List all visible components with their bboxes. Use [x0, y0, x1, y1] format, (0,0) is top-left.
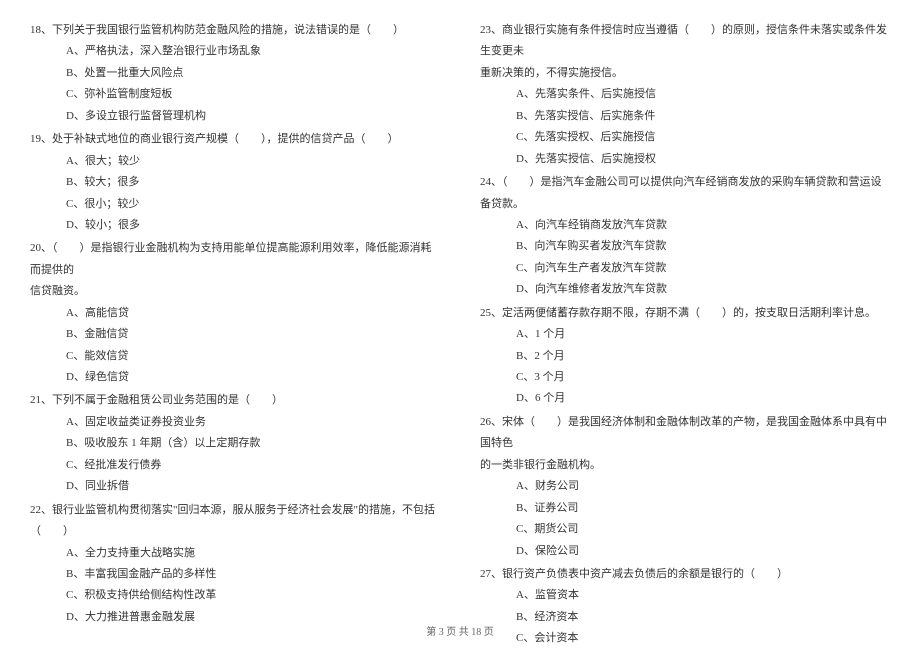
question-text: 25、定活两便储蓄存款存期不限，存期不满（ ）的，按支取日活期利率计息。 [480, 303, 890, 324]
option-c: C、向汽车生产者发放汽车贷款 [480, 258, 890, 279]
option-d: D、同业拆借 [30, 476, 440, 497]
option-c: C、积极支持供给侧结构性改革 [30, 585, 440, 606]
option-c: C、期货公司 [480, 519, 890, 540]
option-a: A、向汽车经销商发放汽车贷款 [480, 215, 890, 236]
question-text: 21、下列不属于金融租赁公司业务范围的是（ ） [30, 390, 440, 411]
option-a: A、固定收益类证券投资业务 [30, 412, 440, 433]
question-continuation: 重新决策的，不得实施授信。 [480, 63, 890, 84]
question-text: 27、银行资产负债表中资产减去负债后的余额是银行的（ ） [480, 564, 890, 585]
question-text: 26、宋体（ ）是我国经济体制和金融体制改革的产物，是我国金融体系中具有中国特色 [480, 412, 890, 455]
option-b: B、证券公司 [480, 498, 890, 519]
option-c: C、先落实授权、后实施授信 [480, 127, 890, 148]
option-b: B、向汽车购买者发放汽车贷款 [480, 236, 890, 257]
option-a: A、先落实条件、后实施授信 [480, 84, 890, 105]
option-a: A、很大；较少 [30, 151, 440, 172]
option-a: A、严格执法，深入整治银行业市场乱象 [30, 41, 440, 62]
option-d: D、较小；很多 [30, 215, 440, 236]
question-25: 25、定活两便储蓄存款存期不限，存期不满（ ）的，按支取日活期利率计息。 A、1… [480, 303, 890, 410]
option-d: D、向汽车维修者发放汽车贷款 [480, 279, 890, 300]
question-text: 20、（ ）是指银行业金融机构为支持用能单位提高能源利用效率，降低能源消耗而提供… [30, 238, 440, 281]
option-c: C、3 个月 [480, 367, 890, 388]
question-23: 23、商业银行实施有条件授信时应当遵循（ ）的原则，授信条件未落实或条件发生变更… [480, 20, 890, 170]
question-text: 22、银行业监管机构贯彻落实"回归本源，服从服务于经济社会发展"的措施，不包括（… [30, 500, 440, 543]
question-text: 19、处于补缺式地位的商业银行资产规模（ ），提供的信贷产品（ ） [30, 129, 440, 150]
right-column: 23、商业银行实施有条件授信时应当遵循（ ）的原则，授信条件未落实或条件发生变更… [480, 20, 890, 600]
option-a: A、1 个月 [480, 324, 890, 345]
page-columns: 18、下列关于我国银行监管机构防范金融风险的措施，说法错误的是（ ） A、严格执… [30, 20, 890, 600]
option-a: A、全力支持重大战略实施 [30, 543, 440, 564]
option-c: C、经批准发行债券 [30, 455, 440, 476]
option-b: B、丰富我国金融产品的多样性 [30, 564, 440, 585]
question-continuation: 信贷融资。 [30, 281, 440, 302]
question-20: 20、（ ）是指银行业金融机构为支持用能单位提高能源利用效率，降低能源消耗而提供… [30, 238, 440, 388]
option-a: A、财务公司 [480, 476, 890, 497]
option-a: A、高能信贷 [30, 303, 440, 324]
option-d: D、绿色信贷 [30, 367, 440, 388]
option-b: B、2 个月 [480, 346, 890, 367]
question-22: 22、银行业监管机构贯彻落实"回归本源，服从服务于经济社会发展"的措施，不包括（… [30, 500, 440, 629]
option-b: B、较大；很多 [30, 172, 440, 193]
option-c: C、弥补监管制度短板 [30, 84, 440, 105]
option-b: B、吸收股东 1 年期（含）以上定期存款 [30, 433, 440, 454]
question-18: 18、下列关于我国银行监管机构防范金融风险的措施，说法错误的是（ ） A、严格执… [30, 20, 440, 127]
option-b: B、处置一批重大风险点 [30, 63, 440, 84]
question-26: 26、宋体（ ）是我国经济体制和金融体制改革的产物，是我国金融体系中具有中国特色… [480, 412, 890, 562]
left-column: 18、下列关于我国银行监管机构防范金融风险的措施，说法错误的是（ ） A、严格执… [30, 20, 440, 600]
option-a: A、监管资本 [480, 585, 890, 606]
question-continuation: 的一类非银行金融机构。 [480, 455, 890, 476]
page-footer: 第 3 页 共 18 页 [0, 623, 920, 638]
option-d: D、先落实授信、后实施授权 [480, 149, 890, 170]
option-b: B、先落实授信、后实施条件 [480, 106, 890, 127]
option-d: D、多设立银行监督管理机构 [30, 106, 440, 127]
question-text: 24、（ ）是指汽车金融公司可以提供向汽车经销商发放的采购车辆贷款和营运设备贷款… [480, 172, 890, 215]
option-c: C、能效信贷 [30, 346, 440, 367]
option-b: B、金融信贷 [30, 324, 440, 345]
question-24: 24、（ ）是指汽车金融公司可以提供向汽车经销商发放的采购车辆贷款和营运设备贷款… [480, 172, 890, 301]
question-19: 19、处于补缺式地位的商业银行资产规模（ ），提供的信贷产品（ ） A、很大；较… [30, 129, 440, 236]
option-c: C、很小；较少 [30, 194, 440, 215]
question-text: 23、商业银行实施有条件授信时应当遵循（ ）的原则，授信条件未落实或条件发生变更… [480, 20, 890, 63]
question-text: 18、下列关于我国银行监管机构防范金融风险的措施，说法错误的是（ ） [30, 20, 440, 41]
question-21: 21、下列不属于金融租赁公司业务范围的是（ ） A、固定收益类证券投资业务 B、… [30, 390, 440, 497]
option-d: D、6 个月 [480, 388, 890, 409]
option-d: D、保险公司 [480, 541, 890, 562]
